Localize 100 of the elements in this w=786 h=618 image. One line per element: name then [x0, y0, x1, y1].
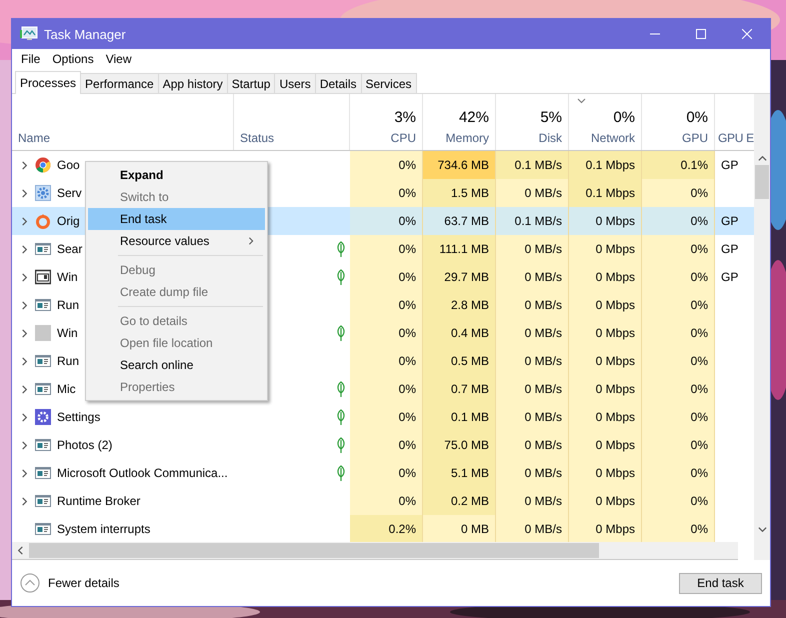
process-name: Win	[57, 270, 78, 284]
column-header[interactable]: 3% CPU	[350, 94, 423, 150]
chevron-icon	[20, 244, 29, 254]
chevron-icon	[20, 440, 29, 450]
table-cell: 0%	[350, 235, 423, 263]
scrollbar-thumb[interactable]	[755, 165, 769, 199]
table-cell: 0 MB/s	[496, 179, 569, 207]
leaf-icon	[336, 437, 346, 453]
app-placeholder-icon	[35, 325, 51, 341]
maximize-icon	[696, 29, 706, 39]
table-cell: 0 Mbps	[569, 403, 642, 431]
table-cell: 734.6 MB	[423, 151, 496, 179]
table-cell: 0.1 Mbps	[569, 179, 642, 207]
menu-item[interactable]: Options	[47, 52, 99, 66]
menu-item[interactable]: File	[16, 52, 46, 66]
table-cell: 0%	[642, 459, 715, 487]
tab[interactable]: Users	[274, 73, 316, 93]
table-cell: 0%	[642, 319, 715, 347]
chevron-icon	[20, 188, 29, 198]
tab[interactable]: Processes	[15, 71, 82, 94]
table-cell: 1.5 MB	[423, 179, 496, 207]
table-cell: 0 Mbps	[569, 235, 642, 263]
process-name: Microsoft Outlook Communica...	[57, 466, 228, 480]
table-cell: 0%	[350, 375, 423, 403]
column-header[interactable]: Status	[234, 94, 350, 150]
table-cell: GP	[721, 214, 738, 228]
table-cell: 0%	[350, 263, 423, 291]
sort-caret-icon	[577, 98, 586, 104]
column-header[interactable]: 5% Disk	[496, 94, 569, 150]
table-cell: 0 Mbps	[569, 431, 642, 459]
table-cell: 0%	[642, 515, 715, 542]
process-name: Sear	[57, 242, 82, 256]
menu-item[interactable]: Search online	[88, 354, 265, 376]
column-header[interactable]: GPU E	[715, 94, 754, 150]
table-cell: 0 MB/s	[496, 403, 569, 431]
horizontal-scrollbar[interactable]	[12, 542, 738, 560]
table-cell: 0%	[642, 291, 715, 319]
app-window-icon	[35, 521, 51, 537]
chevron-icon	[20, 384, 29, 394]
table-cell: 0%	[642, 263, 715, 291]
table-cell: 0 Mbps	[569, 375, 642, 403]
menu-item[interactable]: View	[100, 52, 136, 66]
table-cell: 0.1 MB	[423, 403, 496, 431]
table-cell: 0 MB/s	[496, 375, 569, 403]
tab[interactable]: Performance	[80, 73, 159, 93]
end-task-button[interactable]: End task	[679, 572, 762, 594]
table-cell: 0 Mbps	[569, 291, 642, 319]
process-name: Settings	[57, 410, 100, 424]
origin-icon	[35, 213, 51, 229]
vertical-scrollbar[interactable]	[754, 94, 770, 560]
menu-item[interactable]: End task	[88, 208, 265, 230]
table-cell: 0 MB/s	[496, 235, 569, 263]
chevron-icon	[20, 468, 29, 478]
table-cell: 0.2%	[350, 515, 423, 542]
process-name: Run	[57, 354, 80, 368]
table-cell: 0 Mbps	[569, 263, 642, 291]
table-cell: 0%	[642, 207, 715, 235]
menu-item[interactable]: Expand	[88, 164, 265, 186]
column-label: Network	[590, 131, 635, 145]
table-cell: 0%	[350, 291, 423, 319]
table-cell: 0%	[642, 403, 715, 431]
table-cell: 0%	[642, 347, 715, 375]
table-cell: 0 MB/s	[496, 347, 569, 375]
table-cell: 111.1 MB	[423, 235, 496, 263]
tab[interactable]: App history	[158, 73, 228, 93]
leaf-icon	[336, 269, 346, 285]
column-header[interactable]: 42% Memory	[423, 94, 496, 150]
table-cell: 0%	[350, 179, 423, 207]
table-cell: 0%	[350, 151, 423, 179]
table-cell: 0.1 Mbps	[569, 151, 642, 179]
column-header[interactable]: 0% GPU	[642, 94, 715, 150]
table-cell: GP	[721, 158, 738, 172]
scroll-left-icon	[16, 546, 25, 555]
fewer-details-toggle[interactable]: Fewer details	[20, 573, 120, 593]
table-cell: 0 Mbps	[569, 347, 642, 375]
app-window-icon	[35, 269, 51, 285]
process-name: Orig	[57, 214, 80, 228]
usage-percent: 3%	[394, 109, 416, 126]
chrome-icon	[35, 157, 51, 173]
window-title: Task Manager	[44, 26, 127, 42]
monitor-icon	[20, 26, 38, 42]
process-name: Runtime Broker	[57, 494, 140, 508]
tab[interactable]: Services	[360, 73, 417, 93]
chevron-icon	[20, 300, 29, 310]
table-cell: 0%	[350, 487, 423, 515]
usage-percent: 42%	[458, 109, 489, 126]
column-header[interactable]: Name	[12, 94, 234, 150]
tab[interactable]: Startup	[226, 73, 276, 93]
tab[interactable]: Details	[314, 73, 362, 93]
column-header[interactable]: 0% Network	[569, 94, 642, 150]
app-window-icon	[35, 381, 51, 397]
process-name: Win	[57, 326, 78, 340]
leaf-icon	[336, 465, 346, 481]
table-cell: 0%	[642, 431, 715, 459]
table-cell: 0%	[350, 347, 423, 375]
scrollbar-thumb[interactable]	[29, 543, 599, 558]
app-window-icon	[35, 465, 51, 481]
collapse-icon	[20, 573, 40, 593]
app-window-icon	[35, 241, 51, 257]
table-cell: 29.7 MB	[423, 263, 496, 291]
